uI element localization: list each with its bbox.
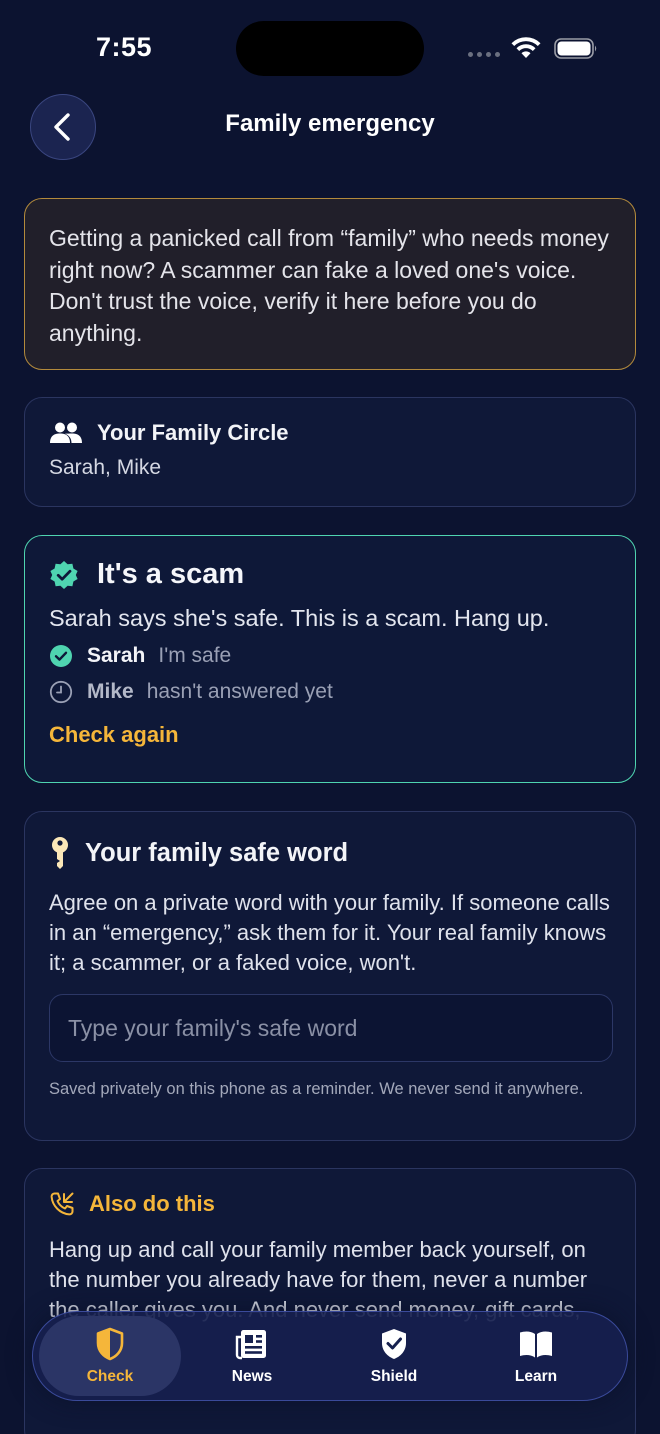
book-open-icon [520, 1331, 552, 1358]
family-circle-title: Your Family Circle [97, 420, 289, 445]
safe-word-description: Agree on a private word with your family… [49, 890, 610, 975]
scam-result-card: It's a scam Sarah says she's safe. This … [24, 535, 636, 783]
result-message: Sarah says she's safe. This is a scam. H… [49, 605, 550, 631]
family-circle-card[interactable]: Your Family Circle Sarah, Mike [24, 397, 636, 507]
tab-label: News [231, 1368, 273, 1385]
cellular-signal-icon [468, 52, 500, 57]
phone-callback-icon [50, 1192, 74, 1216]
safe-word-input[interactable] [49, 994, 613, 1062]
member-status: hasn't answered yet [146, 680, 333, 703]
tab-check[interactable]: Check [39, 1316, 181, 1396]
member-status-row: Mike hasn't answered yet [49, 680, 611, 704]
tab-label: Learn [514, 1368, 558, 1385]
clock-icon [49, 680, 73, 704]
wifi-icon [511, 37, 541, 58]
dynamic-island [236, 21, 424, 76]
bottom-tab-bar: Check News Shield Learn [32, 1311, 628, 1401]
intro-warning-card: Getting a panicked call from “family” wh… [24, 198, 636, 370]
shield-check-icon [382, 1329, 406, 1359]
tab-learn[interactable]: Learn [465, 1316, 607, 1396]
check-again-link[interactable]: Check again [49, 722, 611, 748]
shield-half-icon [96, 1327, 124, 1361]
safe-word-card: Your family safe word Agree on a private… [24, 811, 636, 1141]
intro-text: Getting a panicked call from “family” wh… [49, 225, 609, 346]
also-title: Also do this [89, 1191, 215, 1216]
tab-shield[interactable]: Shield [323, 1316, 465, 1396]
tab-label: Check [86, 1368, 134, 1385]
battery-icon [554, 38, 597, 59]
status-time: 7:55 [96, 32, 153, 62]
safe-word-note: Saved privately on this phone as a remin… [49, 1080, 584, 1098]
member-status-row: Sarah I'm safe [49, 644, 611, 668]
safe-word-title: Your family safe word [85, 838, 349, 867]
result-title: It's a scam [97, 558, 245, 590]
verified-badge-icon [50, 560, 78, 589]
tab-news[interactable]: News [181, 1316, 323, 1396]
tab-label: Shield [370, 1368, 418, 1385]
newspaper-icon [235, 1330, 266, 1360]
member-status: I'm safe [158, 644, 232, 667]
page-title: Family emergency [225, 110, 435, 137]
check-circle-icon [50, 645, 72, 667]
people-icon [50, 422, 82, 443]
family-members-list: Sarah, Mike [49, 456, 162, 479]
key-icon [52, 837, 68, 869]
member-name: Mike [87, 680, 134, 703]
member-name: Sarah [87, 644, 146, 667]
